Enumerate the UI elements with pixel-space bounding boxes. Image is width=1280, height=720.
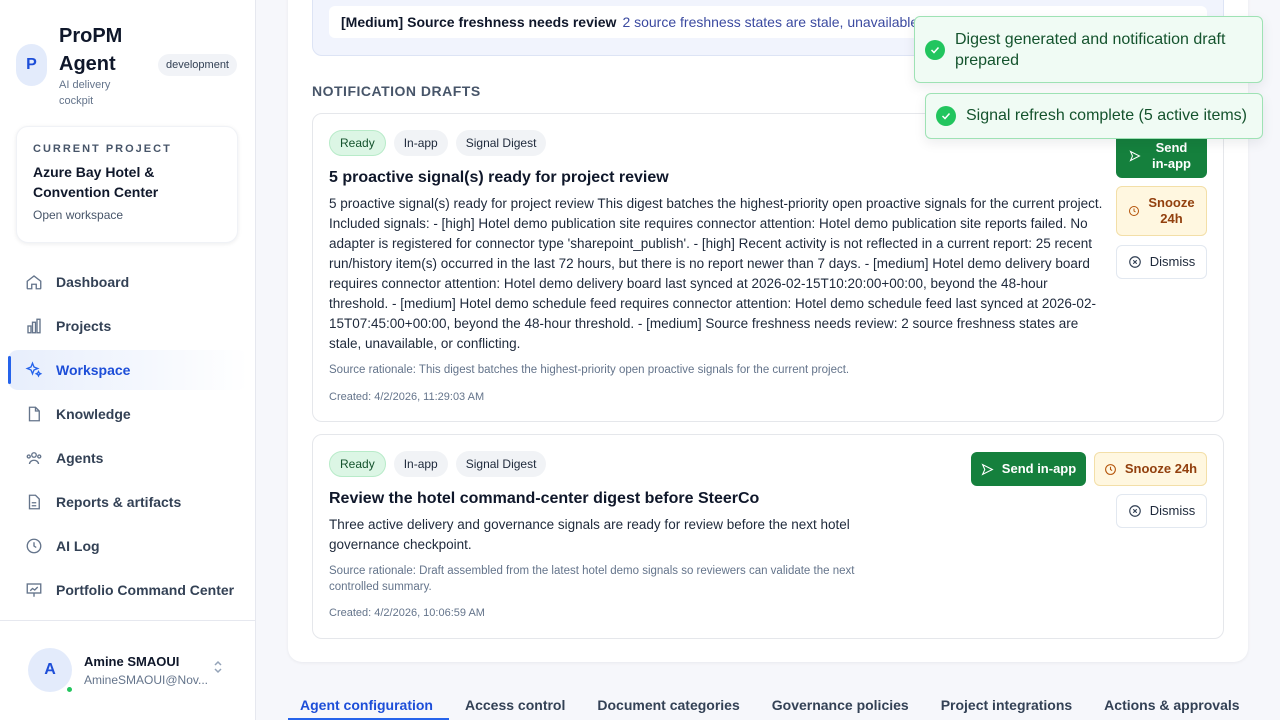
sidebar-item-label: AI Log bbox=[56, 538, 100, 554]
toast-message: Signal refresh complete (5 active items) bbox=[966, 107, 1247, 124]
tab-project-integrations[interactable]: Project integrations bbox=[925, 692, 1088, 720]
sidebar-item-knowledge[interactable]: Knowledge bbox=[8, 394, 248, 434]
sidebar-item-portfolio[interactable]: Portfolio Command Center bbox=[8, 570, 248, 610]
draft-rationale: Source rationale: This digest batches th… bbox=[329, 364, 850, 376]
status-badge: Ready bbox=[329, 130, 386, 156]
type-badge: Signal Digest bbox=[455, 130, 547, 156]
send-icon bbox=[981, 462, 994, 476]
snooze-button[interactable]: Snooze 24h bbox=[1116, 186, 1207, 236]
home-icon bbox=[24, 272, 44, 292]
brand-name: ProPM Agent bbox=[59, 25, 123, 75]
sidebar: P ProPM Agent AI delivery cockpit develo… bbox=[0, 0, 256, 720]
sidebar-item-label: Knowledge bbox=[56, 406, 131, 422]
sidebar-item-label: Workspace bbox=[56, 362, 131, 378]
snooze-button[interactable]: Snooze 24h bbox=[1094, 452, 1207, 486]
project-eyebrow: CURRENT PROJECT bbox=[33, 143, 172, 155]
check-circle-icon bbox=[925, 39, 945, 60]
draft-created: Created: 4/2/2026, 10:06:59 AM bbox=[329, 607, 485, 619]
report-icon bbox=[24, 492, 44, 512]
sidebar-item-dashboard[interactable]: Dashboard bbox=[8, 262, 248, 302]
sidebar-nav: Dashboard Projects Workspace Knowledge A… bbox=[8, 262, 248, 614]
send-in-app-button[interactable]: Send in-app bbox=[971, 452, 1086, 486]
settings-tabs: Agent configuration Access control Docum… bbox=[288, 692, 1256, 720]
signal-severity: [Medium] Source freshness needs review bbox=[341, 14, 617, 30]
signal-description: 2 source freshness states are stale, una… bbox=[622, 14, 939, 30]
open-workspace-link[interactable]: Open workspace bbox=[33, 208, 221, 222]
draft-title: 5 proactive signal(s) ready for project … bbox=[329, 169, 669, 186]
close-circle-icon bbox=[1128, 504, 1142, 518]
clock-icon bbox=[24, 536, 44, 556]
brand-logo: P bbox=[16, 44, 47, 86]
sparkles-icon bbox=[24, 360, 44, 380]
status-badge: Ready bbox=[329, 451, 386, 477]
draft-badges: Ready In-app Signal Digest bbox=[329, 130, 554, 156]
sidebar-item-label: Dashboard bbox=[56, 274, 130, 290]
users-icon bbox=[24, 448, 44, 468]
send-label: Send in-app bbox=[1152, 140, 1191, 171]
draft-body: Three active delivery and governance sig… bbox=[329, 517, 850, 552]
sidebar-divider bbox=[0, 620, 256, 621]
sidebar-item-ai-log[interactable]: AI Log bbox=[8, 526, 248, 566]
sidebar-item-label: Reports & artifacts bbox=[56, 494, 182, 510]
sidebar-item-label: Projects bbox=[56, 318, 112, 334]
tab-governance-policies[interactable]: Governance policies bbox=[756, 692, 925, 720]
document-icon bbox=[24, 404, 44, 424]
user-email: AmineSMAOUI@Nov... bbox=[84, 673, 208, 687]
close-circle-icon bbox=[1128, 255, 1142, 269]
snooze-label: Snooze 24h bbox=[1124, 461, 1198, 476]
brand: P ProPM Agent AI delivery cockpit develo… bbox=[16, 22, 240, 112]
dismiss-label: Dismiss bbox=[1149, 254, 1196, 269]
channel-badge: In-app bbox=[393, 130, 448, 156]
draft-rationale: Source rationale: Draft assembled from t… bbox=[329, 565, 855, 593]
notification-draft-card: Ready In-app Signal Digest 5 proactive s… bbox=[312, 113, 1224, 422]
channel-badge: In-app bbox=[393, 451, 448, 477]
clock-icon bbox=[1104, 463, 1117, 476]
sidebar-item-label: Agents bbox=[56, 450, 104, 466]
send-in-app-button[interactable]: Send in-app bbox=[1116, 134, 1207, 178]
brand-subtitle: AI delivery cockpit bbox=[59, 79, 111, 107]
type-badge: Signal Digest bbox=[455, 451, 547, 477]
sidebar-item-workspace[interactable]: Workspace bbox=[8, 350, 248, 390]
section-title: NOTIFICATION DRAFTS bbox=[312, 83, 481, 99]
user-name: Amine SMAOUI bbox=[84, 654, 180, 669]
chevron-up-down-icon bbox=[213, 660, 223, 677]
dismiss-button[interactable]: Dismiss bbox=[1116, 494, 1207, 528]
sidebar-item-projects[interactable]: Projects bbox=[8, 306, 248, 346]
dismiss-label: Dismiss bbox=[1149, 503, 1196, 518]
dismiss-button[interactable]: Dismiss bbox=[1116, 245, 1207, 279]
snooze-label: Snooze 24h bbox=[1148, 195, 1195, 226]
send-label: Send in-app bbox=[1001, 461, 1077, 476]
draft-badges: Ready In-app Signal Digest bbox=[329, 451, 554, 477]
clock-icon bbox=[1128, 205, 1140, 217]
project-name: Azure Bay Hotel & Convention Center bbox=[33, 164, 159, 200]
notification-draft-card: Ready In-app Signal Digest Review the ho… bbox=[312, 434, 1224, 639]
tab-agent-configuration[interactable]: Agent configuration bbox=[288, 692, 449, 720]
environment-badge: development bbox=[158, 54, 237, 76]
current-project-card[interactable]: CURRENT PROJECT Azure Bay Hotel & Conven… bbox=[16, 126, 238, 243]
tab-access-control[interactable]: Access control bbox=[449, 692, 581, 720]
send-icon bbox=[1128, 150, 1141, 162]
draft-title: Review the hotel command-center digest b… bbox=[329, 490, 760, 507]
sidebar-item-reports[interactable]: Reports & artifacts bbox=[8, 482, 248, 522]
sidebar-item-label: Portfolio Command Center bbox=[56, 582, 235, 598]
user-menu[interactable]: A Amine SMAOUI AmineSMAOUI@Nov... bbox=[28, 648, 238, 694]
toast-notification[interactable]: Signal refresh complete (5 active items) bbox=[925, 93, 1263, 139]
online-status-dot bbox=[65, 685, 74, 694]
check-circle-icon bbox=[936, 106, 956, 126]
toast-notification[interactable]: Digest generated and notification draft … bbox=[914, 16, 1263, 83]
draft-created: Created: 4/2/2026, 11:29:03 AM bbox=[329, 391, 485, 403]
tab-actions-approvals[interactable]: Actions & approvals bbox=[1088, 692, 1255, 720]
tab-document-categories[interactable]: Document categories bbox=[581, 692, 755, 720]
draft-body: 5 proactive signal(s) ready for project … bbox=[329, 196, 1103, 351]
toast-message: Digest generated and notification draft … bbox=[955, 30, 1226, 69]
sidebar-item-agents[interactable]: Agents bbox=[8, 438, 248, 478]
bar-chart-icon bbox=[24, 316, 44, 336]
presentation-icon bbox=[24, 580, 44, 600]
